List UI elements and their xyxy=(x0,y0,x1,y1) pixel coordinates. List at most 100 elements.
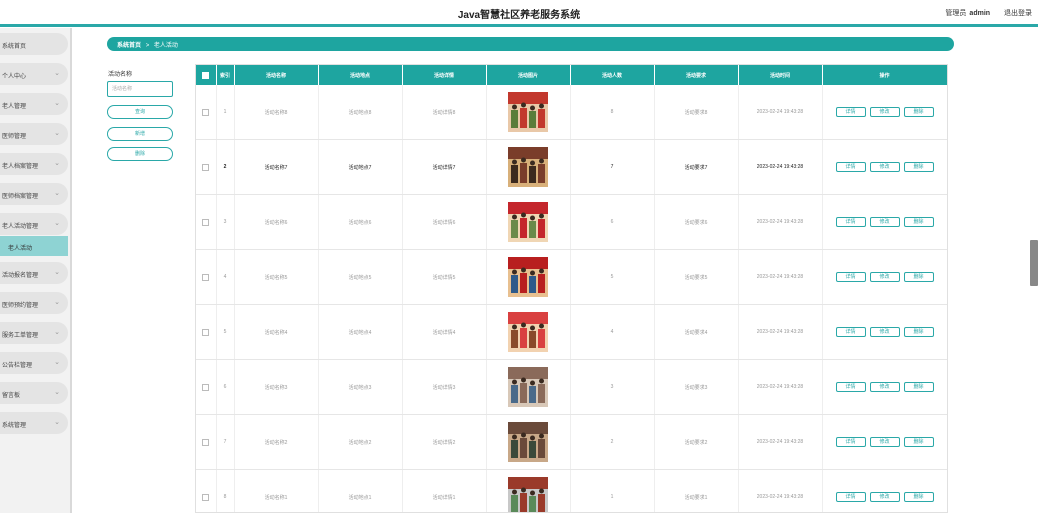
table-row: 6 活动名称3 活动地点3 活动详情3 3 活动要求3 2023-02-24 19:43:2… xyxy=(196,359,947,415)
delete-button[interactable]: 删除 xyxy=(903,162,934,172)
row-checkbox[interactable] xyxy=(196,304,217,360)
batch-delete-button[interactable]: 删除 xyxy=(107,147,173,161)
activity-time: 2023-02-24 19:43:28 xyxy=(738,304,823,360)
activity-requirement: 活动要求7 xyxy=(654,139,739,195)
edit-button[interactable]: 修改 xyxy=(869,107,900,117)
row-index: 7 xyxy=(216,414,235,470)
breadcrumb-separator: > xyxy=(145,43,150,49)
detail-button[interactable]: 详情 xyxy=(835,107,866,117)
row-checkbox[interactable] xyxy=(196,249,217,305)
activity-place: 活动地点8 xyxy=(318,85,403,140)
sidebar-item-elders[interactable]: 老人管理 ⌄ xyxy=(0,93,68,115)
user-area: 管理员 admin 退出登录 xyxy=(939,8,1032,18)
edit-button[interactable]: 修改 xyxy=(869,272,900,282)
row-index: 6 xyxy=(216,359,235,415)
delete-button[interactable]: 删除 xyxy=(903,437,934,447)
row-checkbox[interactable] xyxy=(196,85,217,140)
sidebar-item-messages[interactable]: 留言板 ⌄ xyxy=(0,382,68,404)
row-index: 4 xyxy=(216,249,235,305)
table-row: 7 活动名称2 活动地点2 活动详情2 2 活动要求2 2023-02-24 19:43:2… xyxy=(196,414,947,470)
activity-count: 4 xyxy=(570,304,655,360)
activity-photo xyxy=(508,202,548,242)
breadcrumb-home[interactable]: 系统首页 xyxy=(117,43,141,49)
activity-place: 活动地点1 xyxy=(318,469,403,512)
activity-image-cell xyxy=(486,85,571,140)
logout-link[interactable]: 退出登录 xyxy=(1004,10,1032,17)
chevron-down-icon: ⌄ xyxy=(54,130,60,137)
activity-time: 2023-02-24 19:43:28 xyxy=(738,249,823,305)
activity-detail: 活动详情3 xyxy=(402,359,487,415)
edit-button[interactable]: 修改 xyxy=(869,162,900,172)
chevron-down-icon: ⌄ xyxy=(54,419,60,426)
sidebar-item-signups[interactable]: 活动报名管理 ⌄ xyxy=(0,262,68,284)
sidebar-item-profile[interactable]: 个人中心 ⌄ xyxy=(0,63,68,85)
table-row: 8 活动名称1 活动地点1 活动详情1 1 活动要求1 2023-02-24 19:43:2… xyxy=(196,469,947,512)
activity-count: 1 xyxy=(570,469,655,512)
activity-detail: 活动详情6 xyxy=(402,194,487,250)
row-index: 3 xyxy=(216,194,235,250)
delete-button[interactable]: 删除 xyxy=(903,272,934,282)
sidebar-item-home[interactable]: 系统首页 xyxy=(0,33,68,55)
row-checkbox[interactable] xyxy=(196,194,217,250)
row-actions: 详情 修改 删除 xyxy=(822,469,947,512)
activity-image-cell xyxy=(486,469,571,512)
row-checkbox[interactable] xyxy=(196,414,217,470)
username: admin xyxy=(969,10,991,17)
row-checkbox[interactable] xyxy=(196,139,217,195)
detail-button[interactable]: 详情 xyxy=(835,492,866,502)
activity-image-cell xyxy=(486,304,571,360)
sidebar-item-notices[interactable]: 公告栏管理 ⌄ xyxy=(0,352,68,374)
edit-button[interactable]: 修改 xyxy=(869,327,900,337)
activity-count: 3 xyxy=(570,359,655,415)
detail-button[interactable]: 详情 xyxy=(835,327,866,337)
row-checkbox[interactable] xyxy=(196,469,217,512)
activity-name: 活动名称5 xyxy=(234,249,319,305)
sidebar-item-doctors[interactable]: 医师管理 ⌄ xyxy=(0,123,68,145)
activity-image-cell xyxy=(486,359,571,415)
delete-button[interactable]: 删除 xyxy=(903,492,934,502)
sidebar-item-appointments[interactable]: 医师预约管理 ⌄ xyxy=(0,292,68,314)
sidebar-item-doctor-records[interactable]: 医师档案管理 ⌄ xyxy=(0,183,68,205)
sidebar-item-elder-records[interactable]: 老人档案管理 ⌄ xyxy=(0,153,68,175)
edit-button[interactable]: 修改 xyxy=(869,217,900,227)
activity-image-cell xyxy=(486,139,571,195)
detail-button[interactable]: 详情 xyxy=(835,272,866,282)
activity-photo xyxy=(508,477,548,512)
sidebar-item-work-orders[interactable]: 服务工单管理 ⌄ xyxy=(0,322,68,344)
delete-button[interactable]: 删除 xyxy=(903,107,934,117)
edit-button[interactable]: 修改 xyxy=(869,382,900,392)
row-index: 8 xyxy=(216,469,235,512)
detail-button[interactable]: 详情 xyxy=(835,382,866,392)
activity-requirement: 活动要求3 xyxy=(654,359,739,415)
add-button[interactable]: 新增 xyxy=(107,127,173,141)
column-header: 操作 xyxy=(822,65,947,85)
edit-button[interactable]: 修改 xyxy=(869,492,900,502)
activity-requirement: 活动要求6 xyxy=(654,194,739,250)
query-button[interactable]: 查询 xyxy=(107,105,173,119)
delete-button[interactable]: 删除 xyxy=(903,217,934,227)
activity-time: 2023-02-24 19:43:28 xyxy=(738,85,823,140)
select-all-checkbox[interactable] xyxy=(196,65,217,85)
detail-button[interactable]: 详情 xyxy=(835,217,866,227)
column-header: 索引 xyxy=(216,65,235,85)
table-row: 4 活动名称5 活动地点5 活动详情5 5 活动要求5 2023-02-24 19:43:2… xyxy=(196,249,947,305)
sidebar: 系统首页 个人中心 ⌄ 老人管理 ⌄ 医师管理 ⌄ 老人档案管理 ⌄ 医师档案管理 ⌄ 老… xyxy=(0,28,72,513)
sidebar-item-system[interactable]: 系统管理 ⌄ xyxy=(0,412,68,434)
edit-button[interactable]: 修改 xyxy=(869,437,900,447)
detail-button[interactable]: 详情 xyxy=(835,162,866,172)
activity-image-cell xyxy=(486,414,571,470)
row-checkbox[interactable] xyxy=(196,359,217,415)
activity-requirement: 活动要求8 xyxy=(654,85,739,140)
page-scrollbar[interactable] xyxy=(1030,240,1038,286)
activity-name: 活动名称2 xyxy=(234,414,319,470)
activity-count: 5 xyxy=(570,249,655,305)
activity-photo xyxy=(508,257,548,297)
detail-button[interactable]: 详情 xyxy=(835,437,866,447)
search-input[interactable]: 活动名称 xyxy=(107,81,173,97)
sidebar-subitem-elder-activity[interactable]: 老人活动 xyxy=(0,236,68,256)
sidebar-item-activities[interactable]: 老人活动管理 ⌄ xyxy=(0,213,68,235)
delete-button[interactable]: 删除 xyxy=(903,327,934,337)
delete-button[interactable]: 删除 xyxy=(903,382,934,392)
chevron-down-icon: ⌄ xyxy=(54,269,60,276)
activity-name: 活动名称6 xyxy=(234,194,319,250)
